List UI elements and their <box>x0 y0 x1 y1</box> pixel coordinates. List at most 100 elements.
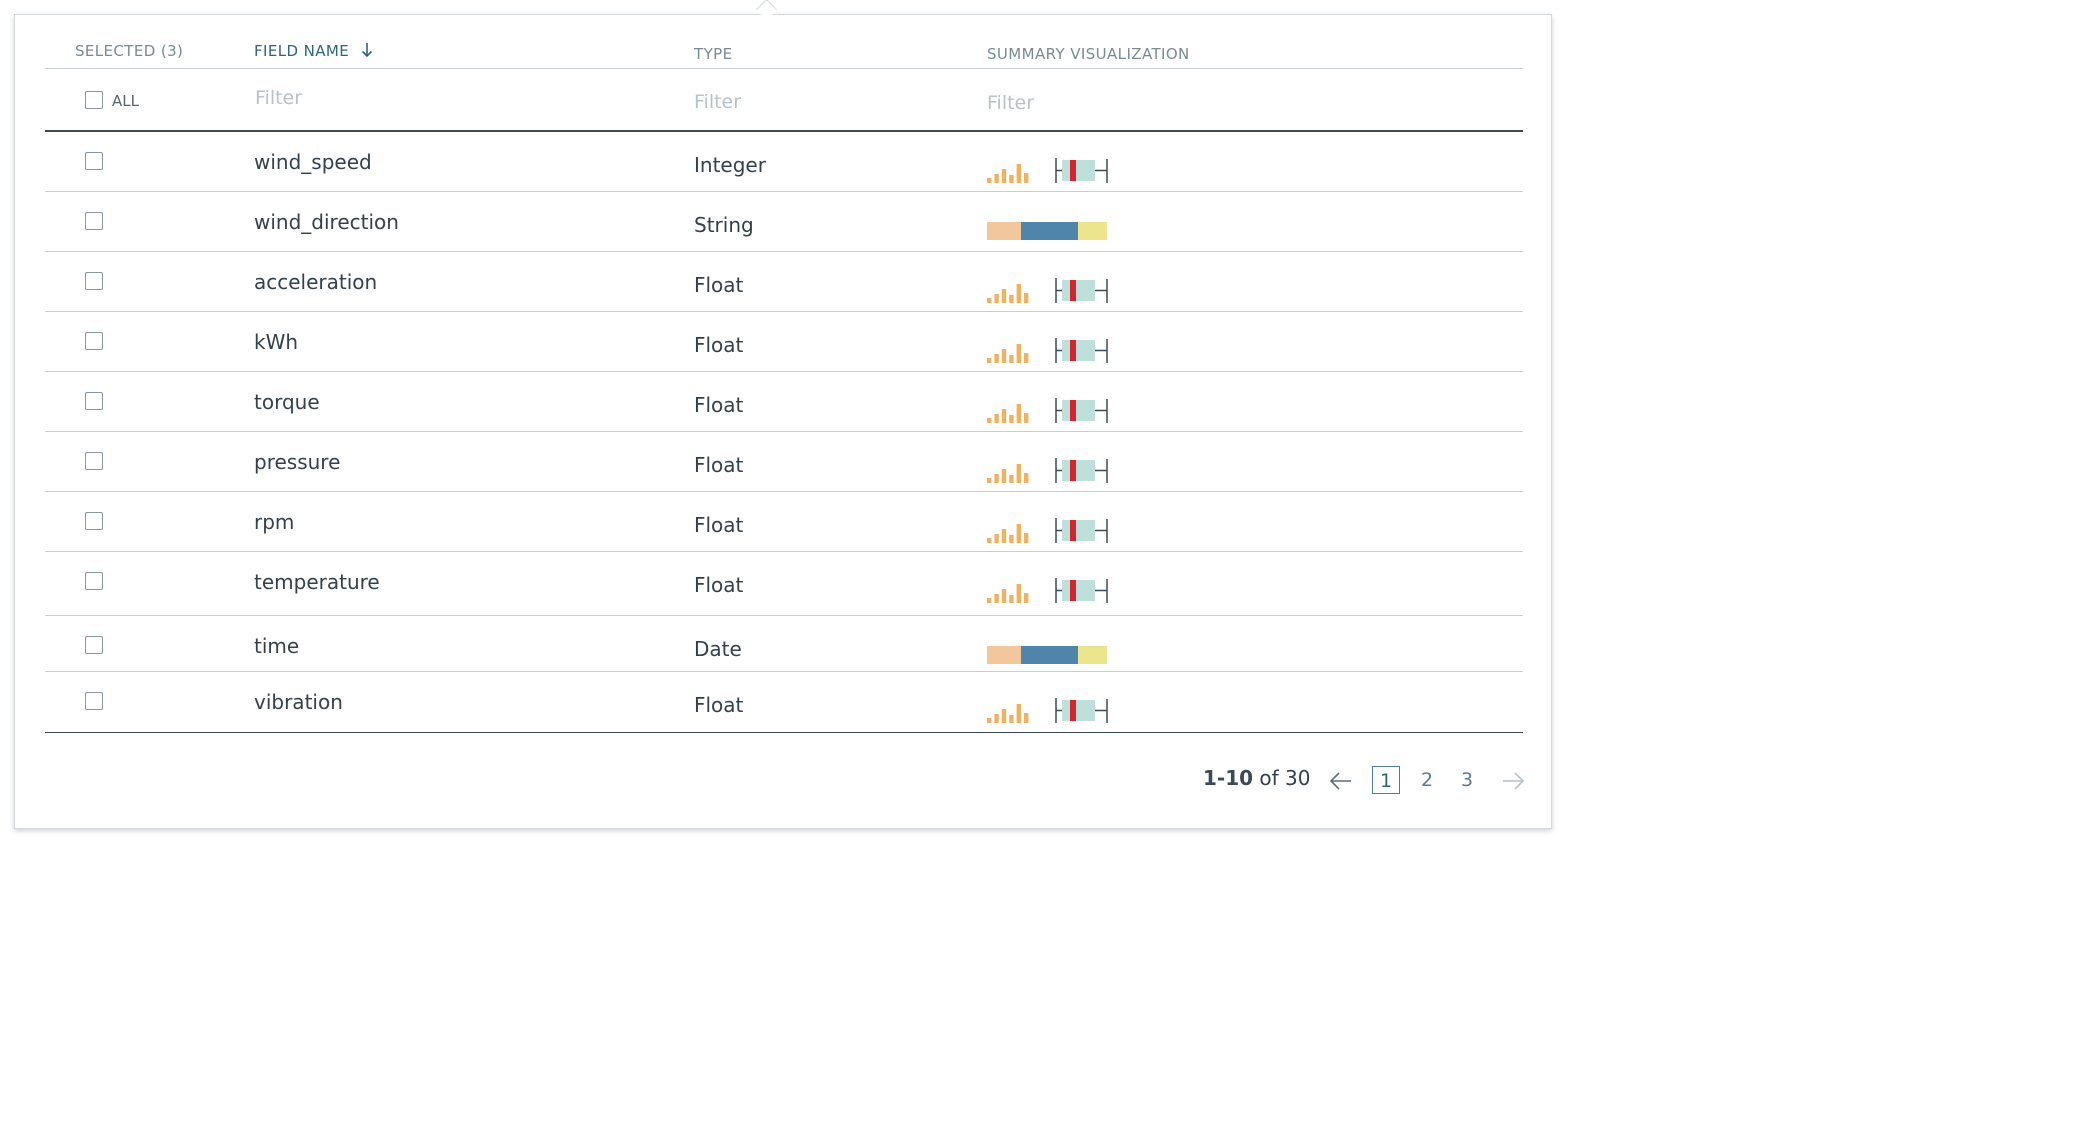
box-median <box>1070 700 1076 721</box>
table-row[interactable]: acceleration Float <box>45 252 1523 312</box>
row-checkbox[interactable] <box>85 392 103 410</box>
field-name-cell: time <box>254 634 300 658</box>
row-checkbox[interactable] <box>85 512 103 530</box>
category-distribution-bar <box>987 646 1107 664</box>
select-all-checkbox[interactable] <box>85 91 103 109</box>
row-checkbox[interactable] <box>85 272 103 290</box>
summary-filter-input[interactable]: Filter <box>987 92 1034 114</box>
table-row[interactable]: pressure Float <box>45 432 1523 492</box>
histogram-boxplot-sparkline <box>987 158 1108 183</box>
histogram-boxplot-sparkline <box>987 518 1108 543</box>
field-name-cell: pressure <box>254 450 341 474</box>
summary-visualization-header: SUMMARY VISUALIZATION <box>987 45 1190 63</box>
table-row[interactable]: vibration Float <box>45 672 1523 733</box>
box-iqr <box>1062 580 1095 601</box>
histogram-bar <box>1024 413 1029 423</box>
histogram-bar <box>1016 524 1021 543</box>
histogram-bar <box>1009 715 1014 723</box>
header-divider <box>45 68 1523 69</box>
field-type-cell: Integer <box>694 153 766 177</box>
field-type-cell: Float <box>694 513 744 537</box>
histogram-bar <box>994 594 999 603</box>
box-median <box>1070 160 1076 181</box>
field-type-cell: Float <box>694 693 744 717</box>
histogram-boxplot-sparkline <box>987 398 1108 423</box>
histogram-bar <box>1016 164 1021 183</box>
row-checkbox[interactable] <box>85 636 103 654</box>
table-row[interactable]: time Date <box>45 616 1523 672</box>
pagination-range-value: 1-10 <box>1203 766 1254 790</box>
histogram-bar <box>1024 533 1029 543</box>
field-type-cell: Float <box>694 393 744 417</box>
table-row[interactable]: torque Float <box>45 372 1523 432</box>
histogram-bar <box>1001 529 1007 543</box>
row-checkbox[interactable] <box>85 332 103 350</box>
box-iqr <box>1062 160 1095 181</box>
histogram-bar <box>1016 704 1021 723</box>
table-row[interactable]: wind_speed Integer <box>45 132 1523 192</box>
field-name-header[interactable]: FIELD NAME <box>254 42 349 60</box>
field-name-cell: acceleration <box>254 270 378 294</box>
arrow-right-icon[interactable] <box>1501 770 1525 792</box>
histogram-bar <box>1024 173 1029 183</box>
row-checkbox[interactable] <box>85 572 103 590</box>
histogram-bar <box>1001 709 1007 723</box>
histogram-bar <box>994 414 999 423</box>
histogram-bar <box>1016 584 1021 603</box>
field-name-filter-input[interactable]: Filter <box>255 87 302 109</box>
box-iqr <box>1062 340 1095 361</box>
histogram-boxplot-sparkline <box>987 458 1108 483</box>
histogram-bar <box>1001 469 1007 483</box>
histogram-bar <box>994 714 999 723</box>
histogram-bar <box>1024 293 1029 303</box>
field-type-cell: Float <box>694 573 744 597</box>
box-median <box>1070 400 1076 421</box>
box-median <box>1070 520 1076 541</box>
histogram-bar <box>1001 169 1007 183</box>
histogram-bar <box>1016 284 1021 303</box>
arrow-down-icon[interactable] <box>361 42 373 58</box>
category-distribution-bar <box>987 222 1107 240</box>
histogram-bar <box>1001 349 1007 363</box>
row-checkbox[interactable] <box>85 692 103 710</box>
histogram-bar <box>1009 295 1014 303</box>
histogram-bar <box>1016 464 1021 483</box>
field-type-cell: String <box>694 213 754 237</box>
row-checkbox[interactable] <box>85 212 103 230</box>
box-iqr <box>1062 460 1095 481</box>
table-row[interactable]: wind_direction String <box>45 192 1523 252</box>
histogram-bar <box>987 718 992 723</box>
row-checkbox[interactable] <box>85 452 103 470</box>
histogram-bar <box>987 598 992 603</box>
histogram-bar <box>1001 409 1007 423</box>
selected-count-header: SELECTED (3) <box>75 42 184 60</box>
page-3-button[interactable]: 3 <box>1453 766 1481 794</box>
table-row[interactable]: temperature Float <box>45 552 1523 616</box>
histogram-bar <box>994 534 999 543</box>
histogram-bar <box>1009 595 1014 603</box>
field-name-cell: temperature <box>254 570 380 594</box>
page-1-button[interactable]: 1 <box>1372 766 1400 794</box>
row-checkbox[interactable] <box>85 152 103 170</box>
field-type-cell: Float <box>694 273 744 297</box>
histogram-bar <box>1024 713 1029 723</box>
page-2-button[interactable]: 2 <box>1413 766 1441 794</box>
box-iqr <box>1062 280 1095 301</box>
histogram-bar <box>987 358 992 363</box>
table-row[interactable]: rpm Float <box>45 492 1523 552</box>
histogram-bar <box>1009 535 1014 543</box>
type-filter-input[interactable]: Filter <box>694 91 741 113</box>
histogram-bar <box>987 538 992 543</box>
box-iqr <box>1062 400 1095 421</box>
table-row[interactable]: kWh Float <box>45 312 1523 372</box>
histogram-bar <box>994 294 999 303</box>
box-median <box>1070 460 1076 481</box>
histogram-bar <box>987 478 992 483</box>
histogram-bar <box>1001 589 1007 603</box>
box-iqr <box>1062 520 1095 541</box>
histogram-bar <box>1016 404 1021 423</box>
arrow-left-icon[interactable] <box>1329 770 1353 792</box>
category-segment <box>1021 222 1078 240</box>
histogram-bar <box>1009 475 1014 483</box>
histogram-bar <box>987 418 992 423</box>
